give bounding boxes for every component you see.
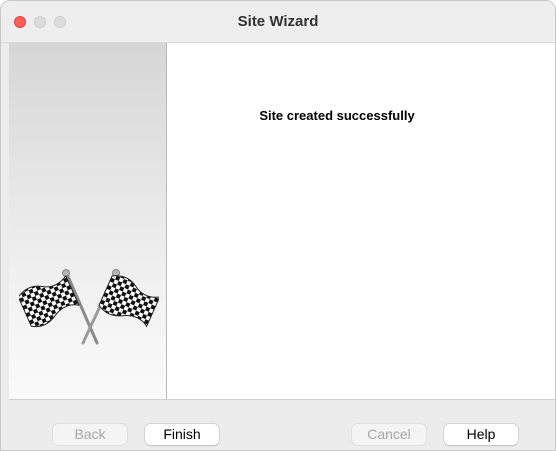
finish-button[interactable]: Finish bbox=[145, 424, 219, 445]
cancel-button[interactable]: Cancel bbox=[352, 424, 426, 445]
status-message: Site created successfully bbox=[259, 108, 415, 123]
wizard-side-panel bbox=[9, 43, 167, 399]
title-bar[interactable]: Site Wizard bbox=[1, 1, 555, 43]
help-button[interactable]: Help bbox=[444, 424, 518, 445]
site-wizard-window: Site Wizard Site created successfully Ba… bbox=[0, 0, 556, 451]
button-bar-divider bbox=[9, 399, 555, 400]
checkered-flags-icon bbox=[19, 269, 159, 345]
window-title: Site Wizard bbox=[237, 13, 319, 30]
back-button[interactable]: Back bbox=[53, 424, 127, 445]
wizard-content-area: Site created successfully bbox=[167, 43, 555, 399]
